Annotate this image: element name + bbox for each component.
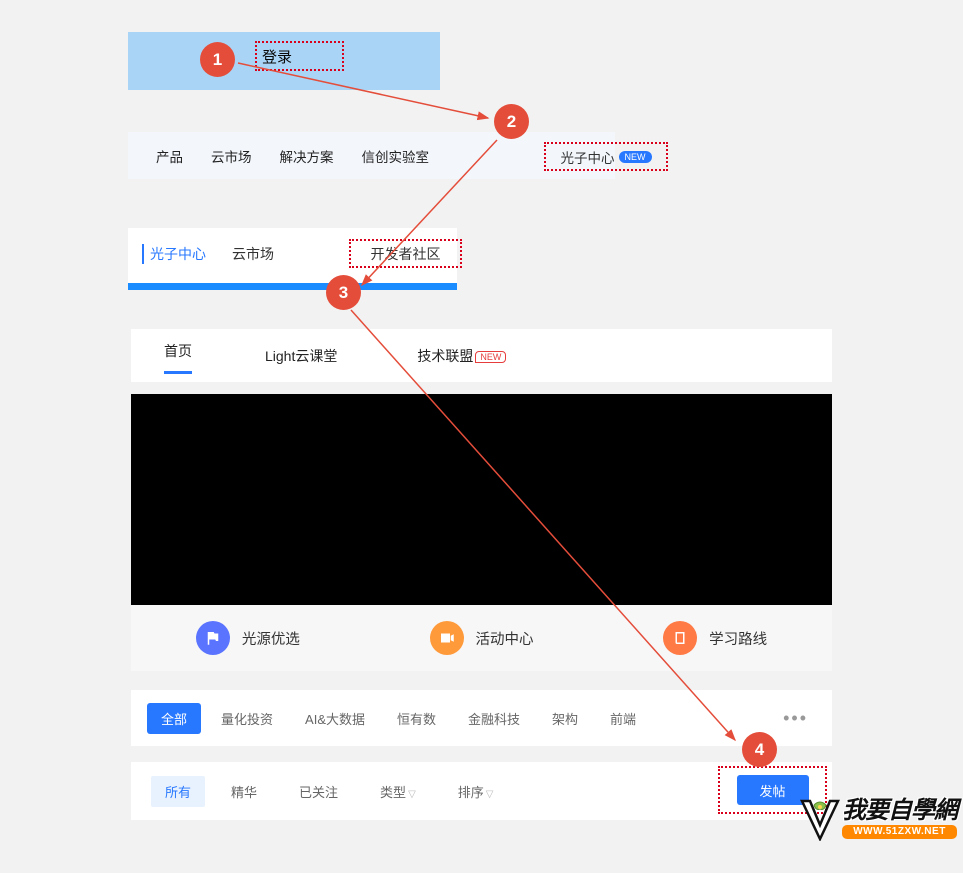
subnav-photon-center[interactable]: 光子中心	[142, 244, 216, 264]
subnav-cloud-market[interactable]: 云市场	[216, 244, 290, 264]
content-tabs: 首页 Light云课堂 技术联盟NEW	[131, 329, 832, 382]
feature-activity-center[interactable]: 活动中心	[365, 605, 599, 671]
filter-all[interactable]: 所有	[151, 776, 205, 807]
category-more-icon[interactable]: •••	[783, 708, 816, 729]
top-nav: 产品 云市场 解决方案 信创实验室 光子中心 NEW	[128, 132, 615, 179]
category-fintech[interactable]: 金融科技	[456, 703, 532, 734]
login-button[interactable]: 登录	[255, 41, 344, 71]
nav-photon-center[interactable]: 光子中心 NEW	[544, 142, 668, 171]
feature-label: 光源优选	[242, 628, 300, 649]
category-filter: 全部 量化投资 AI&大数据 恒有数 金融科技 架构 前端 •••	[131, 690, 832, 746]
feature-light-select[interactable]: 光源优选	[131, 605, 365, 671]
login-bar: 登录	[128, 32, 440, 90]
book-icon	[663, 621, 697, 655]
step-3-marker: 3	[326, 275, 361, 310]
tab-home[interactable]: 首页	[131, 338, 225, 374]
category-quant[interactable]: 量化投资	[209, 703, 285, 734]
nav-solutions[interactable]: 解决方案	[266, 146, 348, 166]
step-2-marker: 2	[494, 104, 529, 139]
watermark: 我要自學網 WWW.51ZXW.NET	[800, 797, 957, 841]
feature-label: 学习路线	[709, 628, 767, 649]
tab-tech-alliance[interactable]: 技术联盟NEW	[377, 346, 546, 366]
nav-product[interactable]: 产品	[142, 146, 197, 166]
step-4-marker: 4	[742, 732, 777, 767]
nav-photon-label: 光子中心	[561, 147, 615, 167]
category-architecture[interactable]: 架构	[540, 703, 590, 734]
nav-lab[interactable]: 信创实验室	[348, 146, 444, 166]
chevron-down-icon: ▽	[408, 789, 416, 800]
category-ai-bigdata[interactable]: AI&大数据	[293, 703, 377, 734]
filter-type-dropdown[interactable]: 类型▽	[364, 776, 432, 807]
new-badge-icon: NEW	[619, 151, 652, 163]
nav-cloud-market[interactable]: 云市场	[197, 146, 266, 166]
camera-icon	[430, 621, 464, 655]
step-1-marker: 1	[200, 42, 235, 77]
subnav-developer-community[interactable]: 开发者社区	[349, 239, 462, 268]
category-frontend[interactable]: 前端	[598, 703, 648, 734]
filter-sort-dropdown[interactable]: 排序▽	[442, 776, 510, 807]
sub-nav: 光子中心 云市场 开发者社区	[128, 228, 457, 290]
tab-light-cloud-class[interactable]: Light云课堂	[225, 346, 377, 366]
feature-label: 活动中心	[476, 628, 534, 649]
watermark-title: 我要自學網	[842, 799, 957, 823]
filter-followed[interactable]: 已关注	[283, 776, 354, 807]
watermark-url: WWW.51ZXW.NET	[842, 825, 957, 839]
hero-banner	[131, 394, 832, 606]
flag-icon	[196, 621, 230, 655]
watermark-logo-icon	[800, 797, 840, 841]
category-hengyoushu[interactable]: 恒有数	[385, 703, 448, 734]
subnav-underline	[128, 283, 457, 290]
category-all[interactable]: 全部	[147, 703, 201, 734]
tab-active-underline	[164, 371, 192, 374]
tab-home-label: 首页	[164, 343, 192, 359]
filter-sort-label: 排序	[458, 785, 484, 800]
chevron-down-icon: ▽	[486, 789, 494, 800]
new-badge-icon: NEW	[475, 351, 506, 363]
tab-alliance-label: 技术联盟	[417, 348, 473, 364]
publish-button[interactable]: 发帖	[737, 775, 809, 805]
filter-essence[interactable]: 精华	[215, 776, 273, 807]
feature-learning-path[interactable]: 学习路线	[598, 605, 832, 671]
filter-type-label: 类型	[380, 785, 406, 800]
feature-icons-row: 光源优选 活动中心 学习路线	[131, 605, 832, 671]
